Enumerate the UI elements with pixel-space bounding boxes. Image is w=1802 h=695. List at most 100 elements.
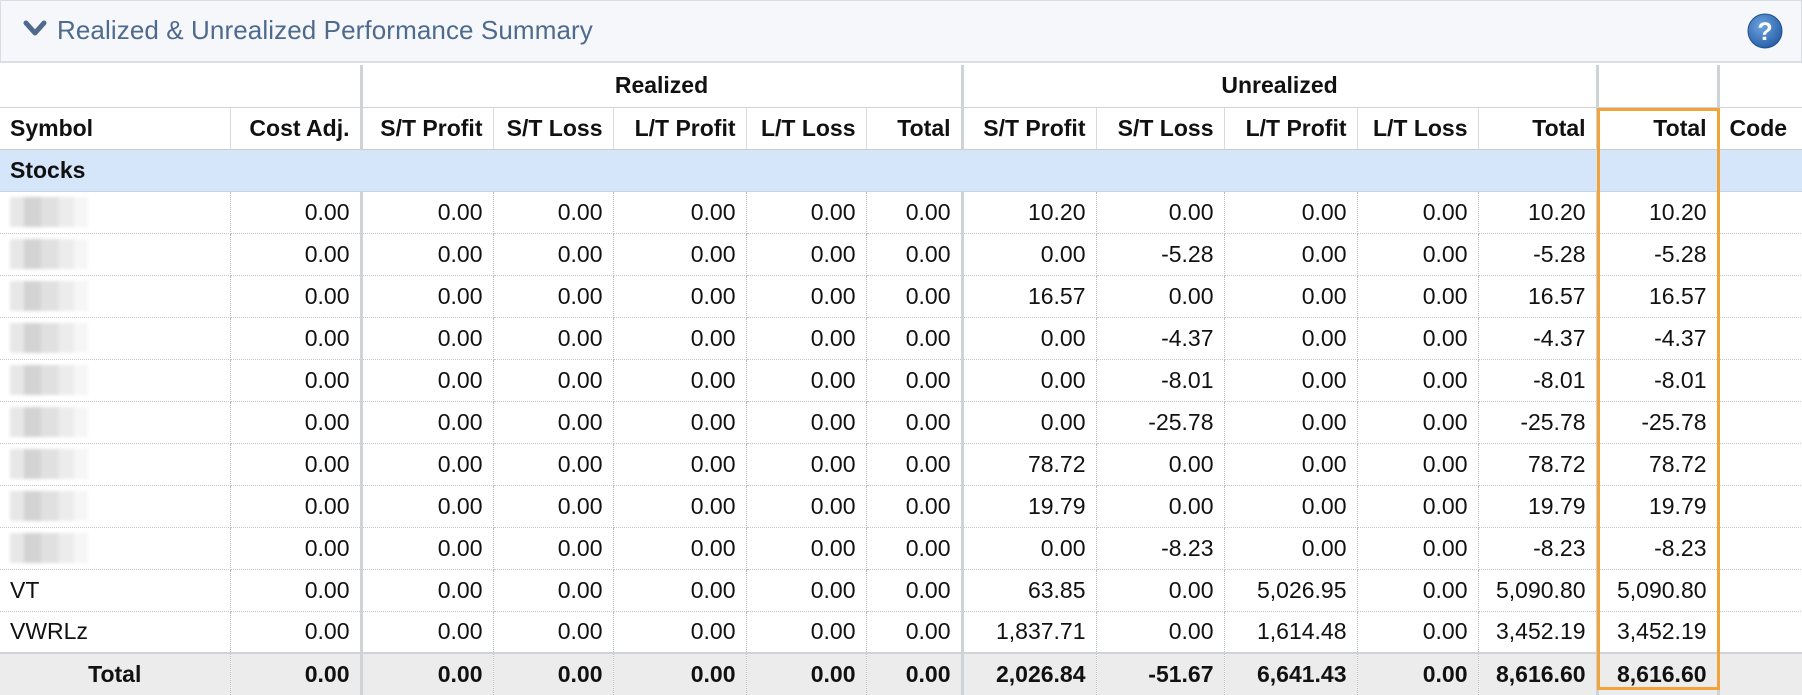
value-cell: 0.00 (866, 359, 964, 402)
value-cell: 0.00 (1357, 191, 1479, 234)
value-cell: 0.00 (746, 443, 867, 486)
value-cell: 5,026.95 (1224, 569, 1358, 612)
value-cell: -8.23 (1478, 527, 1599, 570)
value-cell: 10.20 (1597, 191, 1720, 234)
value-cell: 0.00 (230, 611, 363, 654)
col-header-unrealized-lt-loss[interactable]: L/T Loss (1357, 107, 1479, 150)
col-header-realized-lt-loss[interactable]: L/T Loss (746, 107, 867, 150)
col-header-cost-adj[interactable]: Cost Adj. (230, 107, 363, 150)
value-cell: 0.00 (493, 527, 614, 570)
table-row: 0.00 0.00 0.00 0.00 0.00 0.00 0.00 -4.37 0.00 0.0… (0, 317, 1802, 360)
help-icon[interactable]: ? (1747, 13, 1783, 49)
value-cell: 0.00 (1224, 317, 1358, 360)
value-cell: 0.00 (1096, 485, 1225, 528)
table-row: VWRLz 0.00 0.00 0.00 0.00 0.00 0.00 1,837.71 0.0… (0, 611, 1802, 654)
col-header-realized-st-loss[interactable]: S/T Loss (493, 107, 614, 150)
symbol-cell[interactable] (0, 317, 231, 360)
table-body: Stocks 0.00 0.00 0.00 0.00 0.00 0.00 10.20 0.00… (0, 149, 1802, 695)
value-cell: 0.00 (613, 191, 747, 234)
value-cell: 5,090.80 (1478, 569, 1599, 612)
value-cell: 0.00 (1096, 275, 1225, 318)
value-cell: 0.00 (1224, 275, 1358, 318)
value-cell: 0.00 (1096, 569, 1225, 612)
value-cell: 0.00 (493, 233, 614, 276)
value-cell: 0.00 (866, 317, 964, 360)
table-row: 0.00 0.00 0.00 0.00 0.00 0.00 0.00 -8.23 0.00 0.0… (0, 527, 1802, 570)
value-cell: 3,452.19 (1478, 611, 1599, 654)
value-cell (1718, 527, 1802, 570)
symbol-cell[interactable] (0, 485, 231, 528)
col-header-total[interactable]: Total (1597, 107, 1720, 150)
total-row: Total 0.00 0.00 0.00 0.00 0.00 0.00 2,026.84 -51… (0, 652, 1802, 695)
col-header-unrealized-st-profit[interactable]: S/T Profit (962, 107, 1097, 150)
value-cell: 16.57 (1478, 275, 1599, 318)
value-cell: 0.00 (746, 191, 867, 234)
value-cell: 0.00 (361, 569, 494, 612)
value-cell (1718, 652, 1802, 695)
value-cell: 0.00 (962, 233, 1097, 276)
col-header-symbol[interactable]: Symbol (0, 107, 231, 150)
col-header-unrealized-st-loss[interactable]: S/T Loss (1096, 107, 1225, 150)
value-cell: 0.00 (493, 275, 614, 318)
col-header-realized-st-profit[interactable]: S/T Profit (361, 107, 494, 150)
value-cell: 0.00 (962, 359, 1097, 402)
col-header-realized-lt-profit[interactable]: L/T Profit (613, 107, 747, 150)
value-cell: 0.00 (613, 611, 747, 654)
symbol-cell[interactable]: VWRLz (0, 611, 231, 654)
group-header-row: Realized Unrealized (0, 65, 1802, 108)
value-cell (1718, 611, 1802, 654)
value-cell: 0.00 (361, 401, 494, 444)
value-cell: 16.57 (962, 275, 1097, 318)
chevron-down-icon[interactable] (23, 19, 47, 39)
value-cell: 0.00 (230, 275, 363, 318)
value-cell: 0.00 (866, 652, 964, 695)
symbol-cell[interactable] (0, 527, 231, 570)
col-header-realized-total[interactable]: Total (866, 107, 964, 150)
value-cell: 0.00 (1357, 401, 1479, 444)
value-cell: 0.00 (1224, 485, 1358, 528)
panel-title: Realized & Unrealized Performance Summar… (57, 15, 593, 45)
value-cell (1718, 485, 1802, 528)
value-cell: 0.00 (746, 317, 867, 360)
value-cell: 19.79 (1597, 485, 1720, 528)
value-cell: 0.00 (1357, 317, 1479, 360)
performance-table: Realized Unrealized Symbol Cost Adj. S/T… (0, 65, 1802, 695)
table-row: 0.00 0.00 0.00 0.00 0.00 0.00 0.00 -8.01 0.00 0.0… (0, 359, 1802, 402)
symbol-cell[interactable] (0, 401, 231, 444)
symbol-cell[interactable] (0, 359, 231, 402)
value-cell (1718, 233, 1802, 276)
value-cell: -25.78 (1597, 401, 1720, 444)
value-cell: 0.00 (493, 191, 614, 234)
value-cell: 0.00 (1224, 359, 1358, 402)
value-cell: 0.00 (230, 233, 363, 276)
symbol-cell[interactable] (0, 443, 231, 486)
value-cell: 10.20 (1478, 191, 1599, 234)
table-row: 0.00 0.00 0.00 0.00 0.00 0.00 0.00 -5.28 0.00 0.0… (0, 233, 1802, 276)
value-cell: 0.00 (361, 359, 494, 402)
symbol-cell[interactable] (0, 233, 231, 276)
col-header-code[interactable]: Code (1718, 107, 1802, 150)
value-cell: 0.00 (746, 275, 867, 318)
value-cell: 0.00 (361, 611, 494, 654)
value-cell: 10.20 (962, 191, 1097, 234)
redacted-symbol (10, 533, 88, 563)
value-cell: 0.00 (1357, 233, 1479, 276)
symbol-cell[interactable]: VT (0, 569, 231, 612)
value-cell: 0.00 (613, 275, 747, 318)
col-header-unrealized-lt-profit[interactable]: L/T Profit (1224, 107, 1358, 150)
value-cell: 16.57 (1597, 275, 1720, 318)
value-cell: -4.37 (1478, 317, 1599, 360)
section-label: Stocks (0, 149, 1802, 192)
value-cell: 0.00 (1357, 485, 1479, 528)
value-cell (1718, 191, 1802, 234)
col-header-unrealized-total[interactable]: Total (1478, 107, 1599, 150)
value-cell: 0.00 (230, 359, 363, 402)
symbol-cell[interactable] (0, 191, 231, 234)
value-cell (1718, 569, 1802, 612)
value-cell: 0.00 (493, 485, 614, 528)
symbol-cell[interactable] (0, 275, 231, 318)
group-header-blank (0, 65, 363, 108)
value-cell: 0.00 (230, 317, 363, 360)
value-cell: 0.00 (1224, 401, 1358, 444)
value-cell: 0.00 (1224, 233, 1358, 276)
